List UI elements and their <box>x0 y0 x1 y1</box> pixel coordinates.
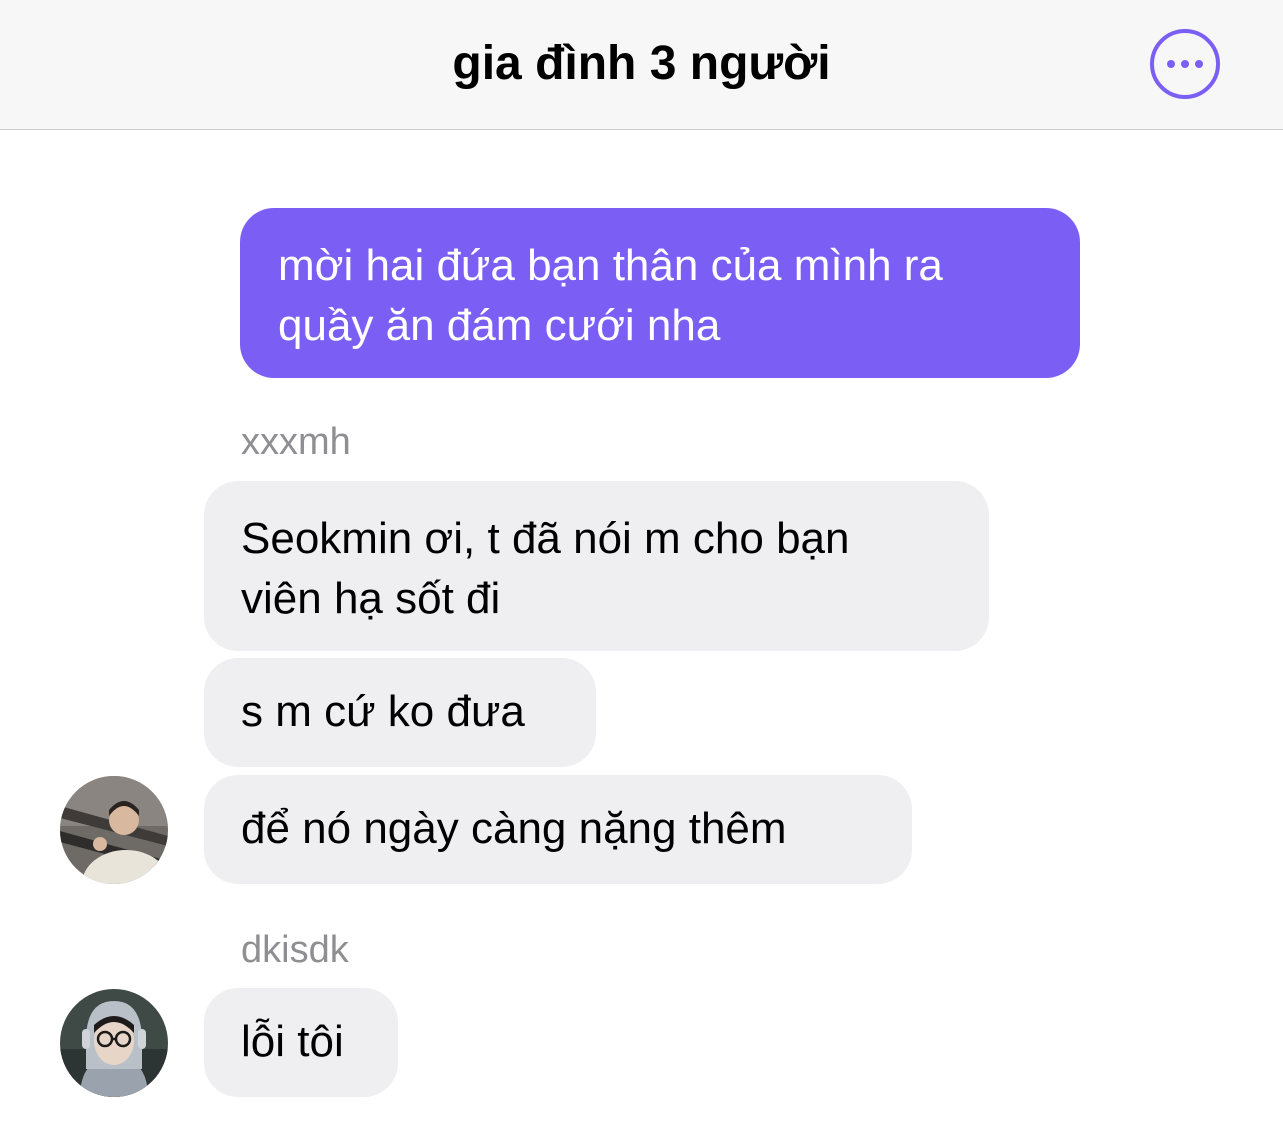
message-line: để nó ngày càng nặng thêm <box>241 804 787 853</box>
chat-title: gia đình 3 người <box>452 37 831 90</box>
avatar-photo-icon <box>60 989 168 1097</box>
message-line: mời hai đứa bạn thân của mình ra <box>278 241 943 290</box>
avatar-photo-icon <box>60 776 168 884</box>
sender-name: dkisdk <box>241 929 349 971</box>
message-line: lỗi tôi <box>241 1017 344 1066</box>
more-options-button[interactable] <box>1150 29 1220 99</box>
avatar[interactable] <box>60 776 168 884</box>
ellipsis-dot <box>1181 60 1189 68</box>
message-line: Seokmin ơi, t đã nói m cho bạn <box>241 514 850 563</box>
ellipsis-dot <box>1167 60 1175 68</box>
message-bubble-outgoing[interactable]: mời hai đứa bạn thân của mình ra quầy ăn… <box>240 208 1080 378</box>
avatar[interactable] <box>60 989 168 1097</box>
ellipsis-dot <box>1195 60 1203 68</box>
message-line: quầy ăn đám cưới nha <box>278 301 721 350</box>
message-line: s m cứ ko đưa <box>241 687 525 736</box>
message-bubble-incoming[interactable]: để nó ngày càng nặng thêm <box>204 775 912 884</box>
chat-header: gia đình 3 người <box>0 0 1283 130</box>
message-bubble-incoming[interactable]: Seokmin ơi, t đã nói m cho bạn viên hạ s… <box>204 481 989 651</box>
message-line: viên hạ sốt đi <box>241 574 501 623</box>
message-bubble-incoming[interactable]: s m cứ ko đưa <box>204 658 596 767</box>
message-bubble-incoming[interactable]: lỗi tôi <box>204 988 398 1097</box>
sender-name: xxxmh <box>241 421 351 463</box>
